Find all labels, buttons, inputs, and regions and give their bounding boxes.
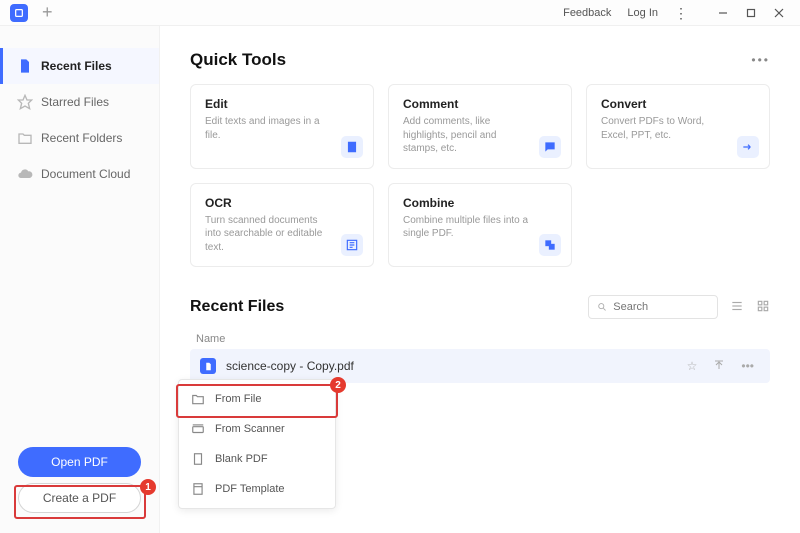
file-name: science-copy - Copy.pdf bbox=[226, 359, 677, 373]
menu-item-label: PDF Template bbox=[215, 483, 285, 495]
list-view-icon[interactable] bbox=[730, 299, 744, 316]
new-tab-button[interactable]: + bbox=[42, 2, 53, 23]
grid-view-icon[interactable] bbox=[756, 299, 770, 316]
search-input[interactable] bbox=[613, 301, 709, 313]
quick-tool-ocr[interactable]: OCR Turn scanned documents into searchab… bbox=[190, 183, 374, 268]
card-title: Combine bbox=[403, 196, 557, 210]
card-title: Convert bbox=[601, 97, 755, 111]
quick-tools-heading: Quick Tools bbox=[190, 50, 286, 70]
upload-icon[interactable] bbox=[713, 359, 725, 374]
card-desc: Combine multiple files into a single PDF… bbox=[403, 214, 557, 241]
quick-tool-convert[interactable]: Convert Convert PDFs to Word, Excel, PPT… bbox=[586, 84, 770, 169]
menu-item-label: From File bbox=[215, 393, 261, 405]
card-title: Edit bbox=[205, 97, 359, 111]
star-icon[interactable]: ☆ bbox=[687, 359, 698, 373]
menu-item-from-scanner[interactable]: From Scanner bbox=[179, 414, 335, 444]
card-desc: Edit texts and images in a file. bbox=[205, 115, 359, 142]
more-icon[interactable]: ••• bbox=[741, 359, 754, 373]
cloud-icon bbox=[17, 166, 33, 182]
menu-item-from-file[interactable]: From File bbox=[179, 384, 335, 414]
menu-item-label: Blank PDF bbox=[215, 453, 268, 465]
card-title: Comment bbox=[403, 97, 557, 111]
template-icon bbox=[191, 482, 205, 496]
app-logo bbox=[10, 4, 28, 22]
menu-item-blank-pdf[interactable]: Blank PDF bbox=[179, 444, 335, 474]
card-title: OCR bbox=[205, 196, 359, 210]
more-options-icon[interactable]: ••• bbox=[751, 53, 770, 67]
title-bar: + Feedback Log In ⋮ bbox=[0, 0, 800, 26]
card-desc: Add comments, like highlights, pencil an… bbox=[403, 115, 557, 156]
sidebar-item-label: Starred Files bbox=[41, 95, 109, 109]
pdf-file-icon bbox=[200, 358, 216, 374]
search-icon bbox=[597, 301, 607, 313]
file-icon bbox=[17, 58, 33, 74]
annotation-badge-2: 2 bbox=[330, 377, 346, 393]
sidebar-item-recent-folders[interactable]: Recent Folders bbox=[0, 120, 159, 156]
folder-icon bbox=[17, 130, 33, 146]
quick-tool-edit[interactable]: Edit Edit texts and images in a file. bbox=[190, 84, 374, 169]
scanner-icon bbox=[191, 422, 205, 436]
kebab-menu-icon[interactable]: ⋮ bbox=[674, 6, 688, 20]
convert-icon bbox=[737, 136, 759, 158]
card-desc: Convert PDFs to Word, Excel, PPT, etc. bbox=[601, 115, 755, 142]
page-icon bbox=[191, 452, 205, 466]
create-pdf-button[interactable]: Create a PDF bbox=[18, 483, 141, 513]
login-link[interactable]: Log In bbox=[627, 7, 658, 19]
feedback-link[interactable]: Feedback bbox=[563, 7, 611, 19]
sidebar-item-label: Document Cloud bbox=[41, 167, 130, 181]
sidebar-item-recent-files[interactable]: Recent Files bbox=[0, 48, 159, 84]
sidebar-item-label: Recent Folders bbox=[41, 131, 122, 145]
sidebar: Recent Files Starred Files Recent Folder… bbox=[0, 26, 160, 533]
combine-icon bbox=[539, 234, 561, 256]
comment-icon bbox=[539, 136, 561, 158]
quick-tool-combine[interactable]: Combine Combine multiple files into a si… bbox=[388, 183, 572, 268]
recent-files-heading: Recent Files bbox=[190, 298, 284, 316]
card-desc: Turn scanned documents into searchable o… bbox=[205, 214, 359, 255]
maximize-button[interactable] bbox=[740, 3, 762, 23]
star-icon bbox=[17, 94, 33, 110]
search-input-wrap[interactable] bbox=[588, 295, 718, 319]
close-button[interactable] bbox=[768, 3, 790, 23]
sidebar-item-starred-files[interactable]: Starred Files bbox=[0, 84, 159, 120]
file-row[interactable]: science-copy - Copy.pdf ☆ ••• bbox=[190, 349, 770, 383]
sidebar-item-label: Recent Files bbox=[41, 59, 112, 73]
create-pdf-menu: From File From Scanner Blank PDF PDF Tem… bbox=[178, 379, 336, 509]
sidebar-item-document-cloud[interactable]: Document Cloud bbox=[0, 156, 159, 192]
edit-icon bbox=[341, 136, 363, 158]
open-pdf-button[interactable]: Open PDF bbox=[18, 447, 141, 477]
column-header-name: Name bbox=[190, 329, 770, 349]
annotation-badge-1: 1 bbox=[140, 479, 156, 495]
ocr-icon bbox=[341, 234, 363, 256]
menu-item-label: From Scanner bbox=[215, 423, 285, 435]
quick-tool-comment[interactable]: Comment Add comments, like highlights, p… bbox=[388, 84, 572, 169]
menu-item-pdf-template[interactable]: PDF Template bbox=[179, 474, 335, 504]
folder-icon bbox=[191, 392, 205, 406]
minimize-button[interactable] bbox=[712, 3, 734, 23]
